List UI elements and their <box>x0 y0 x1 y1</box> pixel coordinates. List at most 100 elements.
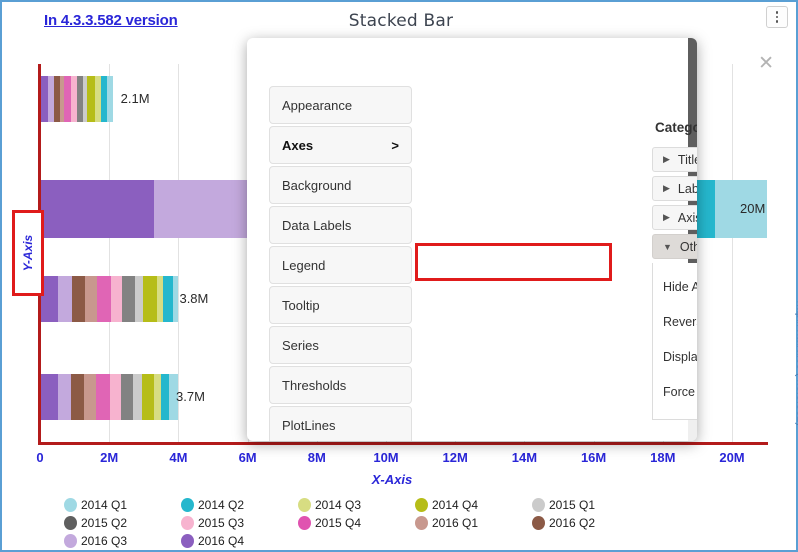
watermark-url: http://vitara.co (4.3.3.582) <box>794 300 798 426</box>
legend-color-swatch <box>532 516 545 530</box>
x-axis-tick-label: 8M <box>307 450 326 465</box>
x-axis-tick-label: 2M <box>100 450 119 465</box>
bar-segment[interactable] <box>121 374 133 420</box>
bar-segment[interactable] <box>71 374 85 420</box>
bar-value-label: 3.8M <box>179 291 209 306</box>
bar-segment[interactable] <box>84 374 97 420</box>
chevron-right-icon: > <box>391 137 399 153</box>
bar-segment[interactable] <box>110 276 122 322</box>
x-axis-tick-label: 18M <box>650 450 676 465</box>
option-label: Display Axis on the Top <box>663 349 697 364</box>
dialog-menu-item-appearance[interactable]: Appearance <box>269 86 412 124</box>
bar-stack[interactable] <box>40 276 179 322</box>
legend-item[interactable]: 2016 Q2 <box>532 516 649 530</box>
bar-segment[interactable] <box>109 374 122 420</box>
legend-label: 2016 Q1 <box>432 516 479 530</box>
bar-segment[interactable] <box>40 180 155 238</box>
dialog-menu-item-label: Series <box>282 337 319 353</box>
legend-label: 2015 Q1 <box>549 498 596 512</box>
accordion-label: Label <box>677 181 697 196</box>
legend-label: 2014 Q4 <box>432 498 479 512</box>
legend-item[interactable]: 2015 Q2 <box>64 516 181 530</box>
legend-item[interactable]: 2014 Q2 <box>181 498 298 512</box>
bar-segment[interactable] <box>106 76 113 122</box>
legend-item[interactable]: 2014 Q3 <box>298 498 415 512</box>
dialog-menu-list: Appearance Axes > Background Data Labels Lege… <box>269 86 412 441</box>
legend-item[interactable]: 2014 Q1 <box>64 498 181 512</box>
legend-label: 2016 Q4 <box>198 534 245 548</box>
dialog-menu-item-label: Appearance <box>282 97 353 113</box>
legend-color-swatch <box>181 498 194 512</box>
legend-item[interactable]: 2015 Q4 <box>298 516 415 530</box>
legend-item[interactable]: 2016 Q1 <box>415 516 532 530</box>
dialog-menu-item-series[interactable]: Series <box>269 326 412 364</box>
dialog-menu-item-axes[interactable]: Axes > <box>269 126 412 164</box>
bar-segment[interactable] <box>161 374 170 420</box>
bar-segment[interactable] <box>121 276 135 322</box>
option-row: Display Axis on the Top <box>663 339 697 374</box>
bar-stack[interactable] <box>40 76 113 122</box>
accordion-label[interactable]: ▶ Label <box>652 176 697 201</box>
y-axis-title-highlight: Y-Axis <box>12 210 44 296</box>
bar-segment[interactable] <box>40 76 48 122</box>
caret-right-icon: ▶ <box>663 212 670 222</box>
dialog-content-pane: Category Axis ▶ Title ▶ Label ▶ Axis Line ▼ Oth… <box>652 86 697 441</box>
dialog-menu-item-data-labels[interactable]: Data Labels <box>269 206 412 244</box>
bar-segment[interactable] <box>163 276 173 322</box>
bar-stack[interactable] <box>40 374 179 420</box>
x-axis-tick-label: 10M <box>373 450 399 465</box>
dialog-menu-item-legend[interactable]: Legend <box>269 246 412 284</box>
legend-color-swatch <box>415 516 428 530</box>
accordion-label: Axis Line <box>677 210 697 225</box>
dialog-menu-item-plotlines[interactable]: PlotLines <box>269 406 412 441</box>
legend-item[interactable]: 2015 Q3 <box>181 516 298 530</box>
bar-segment[interactable] <box>57 374 72 420</box>
bar-segment[interactable] <box>141 374 155 420</box>
accordion-axis-line[interactable]: ▶ Axis Line <box>652 205 697 230</box>
bar-segment[interactable] <box>154 180 262 238</box>
x-axis-title: X-Axis <box>371 472 413 487</box>
bar-segment[interactable] <box>58 276 72 322</box>
legend-label: 2015 Q2 <box>81 516 128 530</box>
legend-color-swatch <box>64 516 77 530</box>
dialog-menu-item-label: Background <box>282 177 352 193</box>
legend-color-swatch <box>181 516 194 530</box>
bar-segment[interactable] <box>40 374 58 420</box>
close-icon[interactable]: ✕ <box>758 54 774 73</box>
accordion-label: Other <box>679 239 697 254</box>
bar-segment[interactable] <box>86 76 95 122</box>
bar-segment[interactable] <box>154 374 162 420</box>
x-axis-tick-label: 12M <box>442 450 468 465</box>
bar-segment[interactable] <box>63 76 71 122</box>
caret-right-icon: ▶ <box>663 154 670 164</box>
legend-item[interactable]: 2016 Q3 <box>64 534 181 548</box>
legend-color-swatch <box>298 498 311 512</box>
option-row: Reversed Direction of Data <box>663 304 697 339</box>
more-vertical-icon[interactable] <box>766 6 788 28</box>
dialog-menu-item-background[interactable]: Background <box>269 166 412 204</box>
bar-segment[interactable] <box>96 276 111 322</box>
dialog-menu-item-label: PlotLines <box>282 417 336 433</box>
accordion-title[interactable]: ▶ Title <box>652 147 697 172</box>
option-row: Force Sort Axis Data <box>663 374 697 409</box>
bar-segment[interactable] <box>85 276 97 322</box>
x-axis-tick-label: 4M <box>169 450 188 465</box>
category-axis-other-panel: Hide Axis Reversed Direction of Data Displ… <box>652 263 697 420</box>
x-axis-tick-label: 0 <box>36 450 44 465</box>
dialog-menu-item-tooltip[interactable]: Tooltip <box>269 286 412 324</box>
legend-item[interactable]: 2016 Q4 <box>181 534 298 548</box>
legend-label: 2016 Q3 <box>81 534 128 548</box>
bar-segment[interactable] <box>96 374 110 420</box>
accordion-other[interactable]: ▼ Other <box>652 234 697 259</box>
legend-item[interactable]: 2014 Q4 <box>415 498 532 512</box>
bar-segment[interactable] <box>132 374 142 420</box>
bar-segment[interactable] <box>134 276 143 322</box>
legend-item[interactable]: 2015 Q1 <box>532 498 649 512</box>
option-label: Hide Axis <box>663 279 697 294</box>
bar-segment[interactable] <box>142 276 158 322</box>
legend-label: 2014 Q3 <box>315 498 362 512</box>
bar-segment[interactable] <box>71 276 86 322</box>
bar-segment[interactable] <box>172 276 179 322</box>
legend-label: 2016 Q2 <box>549 516 596 530</box>
dialog-menu-item-thresholds[interactable]: Thresholds <box>269 366 412 404</box>
